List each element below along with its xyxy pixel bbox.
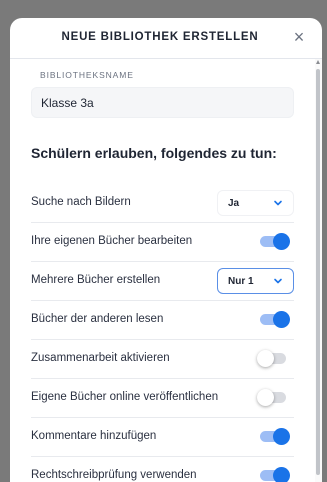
close-icon[interactable]: ×	[290, 28, 308, 46]
permissions-title: Schülern erlauben, folgendes zu tun:	[31, 145, 277, 161]
permission-label: Rechtschreibprüfung verwenden	[31, 469, 197, 481]
scroll-up-arrow-icon[interactable]	[316, 60, 320, 64]
chevron-down-icon	[274, 278, 282, 284]
enable-collaboration-toggle[interactable]	[257, 350, 286, 367]
chevron-down-icon	[274, 200, 282, 206]
select-value: Ja	[228, 198, 240, 209]
permission-row-image-search: Suche nach Bildern Ja	[31, 184, 294, 223]
add-comments-toggle[interactable]	[260, 428, 290, 445]
spellcheck-toggle[interactable]	[260, 467, 290, 482]
edit-own-books-toggle[interactable]	[260, 233, 290, 250]
permission-label: Bücher der anderen lesen	[31, 313, 164, 325]
create-multiple-books-select[interactable]: Nur 1	[217, 268, 294, 294]
dialog-content: BIBLIOTHEKSNAME Klasse 3a Schülern erlau…	[10, 59, 315, 482]
publish-online-toggle[interactable]	[257, 389, 286, 406]
toggle-knob	[257, 350, 274, 367]
read-others-books-toggle[interactable]	[260, 311, 290, 328]
permission-row-add-comments: Kommentare hinzufügen	[31, 418, 294, 457]
permission-row-read-others-books: Bücher der anderen lesen	[31, 301, 294, 340]
scrollbar[interactable]	[315, 59, 322, 482]
toggle-knob	[257, 389, 274, 406]
permission-label: Suche nach Bildern	[31, 196, 131, 208]
library-name-input[interactable]: Klasse 3a	[31, 87, 294, 118]
image-search-select[interactable]: Ja	[217, 190, 294, 216]
scrollbar-thumb[interactable]	[316, 69, 320, 475]
permission-label: Kommentare hinzufügen	[31, 430, 157, 442]
permission-row-create-multiple-books: Mehrere Bücher erstellen Nur 1	[31, 262, 294, 301]
dialog-title: NEUE BIBLIOTHEK ERSTELLEN	[61, 31, 259, 43]
permission-row-enable-collaboration: Zusammenarbeit aktivieren	[31, 340, 294, 379]
permission-label: Eigene Bücher online veröffentlichen	[31, 391, 219, 403]
toggle-knob	[273, 311, 290, 328]
permission-row-edit-own-books: Ihre eigenen Bücher bearbeiten	[31, 223, 294, 262]
toggle-knob	[273, 233, 290, 250]
select-value: Nur 1	[228, 276, 254, 287]
library-name-label: BIBLIOTHEKSNAME	[40, 70, 134, 80]
permission-label: Zusammenarbeit aktivieren	[31, 352, 170, 364]
create-library-dialog: NEUE BIBLIOTHEK ERSTELLEN × BIBLIOTHEKSN…	[10, 18, 322, 482]
permission-label: Mehrere Bücher erstellen	[31, 274, 161, 286]
library-name-value: Klasse 3a	[41, 96, 94, 110]
toggle-knob	[273, 428, 290, 445]
permission-label: Ihre eigenen Bücher bearbeiten	[31, 235, 193, 247]
dialog-header: NEUE BIBLIOTHEK ERSTELLEN ×	[10, 18, 322, 59]
permission-row-spellcheck: Rechtschreibprüfung verwenden	[31, 457, 294, 482]
toggle-knob	[273, 467, 290, 482]
permission-row-publish-online: Eigene Bücher online veröffentlichen	[31, 379, 294, 418]
